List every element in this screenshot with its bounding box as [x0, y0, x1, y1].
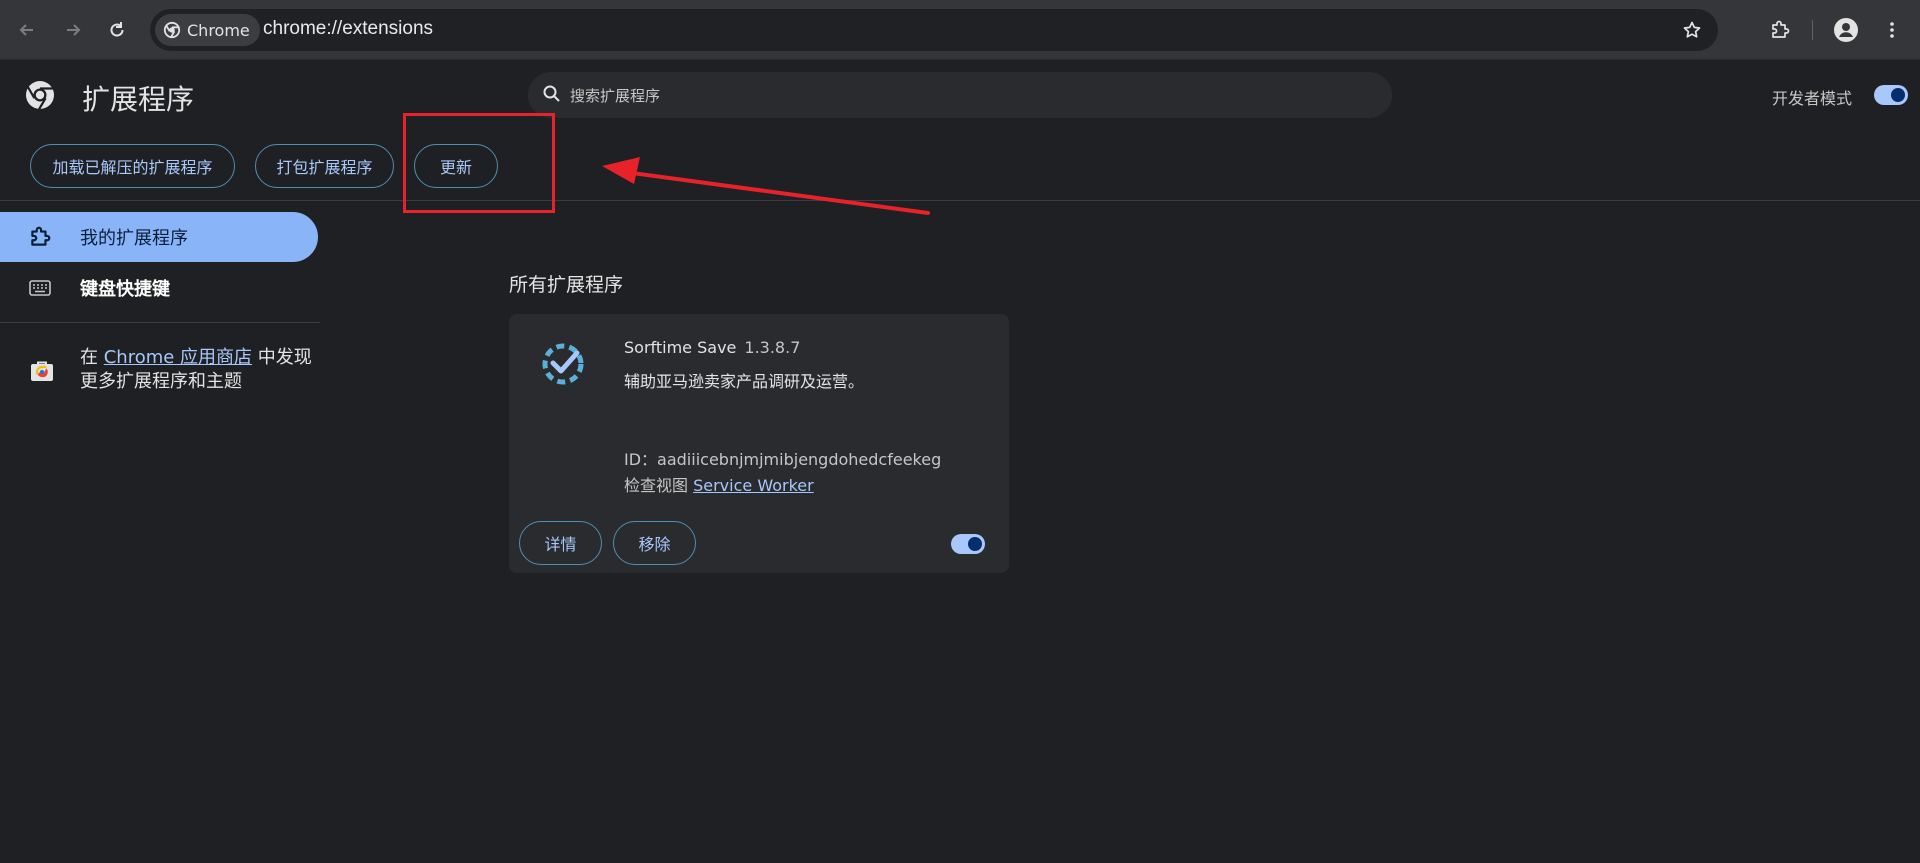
star-icon: [1683, 21, 1701, 38]
chrome-logo-icon: [163, 21, 181, 39]
reload-button[interactable]: [99, 12, 135, 48]
developer-mode-label: 开发者模式: [1771, 89, 1852, 108]
webstore-promo: 在 Chrome 应用商店 中发现 更多扩展程序和主题: [0, 346, 320, 398]
pack-extension-button[interactable]: 打包扩展程序: [255, 144, 394, 188]
extension-card: Sorftime Save 1.3.8.7 辅助亚马逊卖家产品调研及运营。 ID：…: [509, 314, 1009, 573]
extension-enable-toggle[interactable]: [951, 534, 985, 554]
webstore-link[interactable]: Chrome 应用商店: [104, 347, 252, 368]
search-input[interactable]: 搜索扩展程序: [528, 72, 1392, 118]
site-chip-label: Chrome: [187, 20, 250, 40]
back-button[interactable]: [9, 12, 45, 48]
developer-mode-toggle[interactable]: [1874, 85, 1908, 105]
sorftime-logo-icon: [542, 343, 584, 385]
address-bar[interactable]: Chrome chrome://extensions: [150, 9, 1718, 51]
header-divider: [0, 200, 1920, 201]
browser-toolbar: Chrome chrome://extensions: [0, 0, 1920, 60]
toggle-knob: [968, 537, 982, 551]
toolbar-divider: [1812, 20, 1813, 40]
sidebar-item-label: 键盘快捷键: [80, 279, 170, 300]
extensions-header: 扩展程序 搜索扩展程序 开发者模式: [0, 60, 1920, 140]
extension-name-line: Sorftime Save 1.3.8.7: [624, 338, 800, 357]
avatar-icon: [1834, 18, 1858, 42]
sidebar-item-my-extensions[interactable]: 我的扩展程序: [0, 212, 318, 262]
webstore-suffix: 中发现: [252, 347, 312, 368]
details-button[interactable]: 详情: [519, 521, 602, 565]
webstore-promo-text: 在 Chrome 应用商店 中发现 更多扩展程序和主题: [80, 346, 312, 394]
sidebar-item-label: 我的扩展程序: [80, 228, 188, 249]
page-title: 扩展程序: [82, 83, 195, 116]
kebab-menu-icon: [1890, 22, 1894, 38]
annotation-highlight-box: [403, 113, 555, 213]
forward-arrow-icon: [67, 24, 81, 36]
remove-button[interactable]: 移除: [613, 521, 696, 565]
web-store-icon: [31, 361, 53, 381]
inspect-views-label: 检查视图: [624, 476, 694, 495]
service-worker-link[interactable]: Service Worker: [693, 476, 814, 495]
keyboard-icon: [0, 280, 80, 296]
inspect-views: 检查视图 Service Worker: [624, 472, 814, 496]
extension-id: ID：aadiiicebnjmjmibjengdohedcfeekeg: [624, 450, 942, 469]
chrome-logo-icon: [26, 81, 54, 110]
reload-icon: [110, 22, 124, 37]
search-icon: [543, 85, 560, 102]
bookmark-star-button[interactable]: [1674, 12, 1710, 48]
webstore-line2: 更多扩展程序和主题: [80, 371, 242, 392]
extension-description: 辅助亚马逊卖家产品调研及运营。: [624, 372, 865, 391]
site-info-chip[interactable]: Chrome: [155, 14, 260, 46]
search-placeholder: 搜索扩展程序: [570, 87, 661, 105]
load-unpacked-button[interactable]: 加载已解压的扩展程序: [30, 144, 235, 188]
back-arrow-icon: [19, 24, 33, 36]
chrome-menu-button[interactable]: [1874, 12, 1910, 48]
extensions-menu-button[interactable]: [1762, 12, 1798, 48]
profile-button[interactable]: [1828, 12, 1864, 48]
puzzle-icon: [1772, 20, 1790, 38]
section-title: 所有扩展程序: [509, 274, 624, 296]
extension-name: Sorftime Save: [624, 338, 737, 357]
toggle-knob: [1891, 88, 1905, 102]
extension-version: 1.3.8.7: [744, 338, 801, 357]
sidebar-item-shortcuts[interactable]: 键盘快捷键: [0, 263, 318, 313]
action-toolbar: 加载已解压的扩展程序 打包扩展程序 更新: [0, 142, 1920, 202]
extension-puzzle-icon: [0, 225, 80, 249]
forward-button[interactable]: [55, 12, 91, 48]
url-text[interactable]: chrome://extensions: [263, 18, 433, 40]
webstore-prefix: 在: [80, 347, 104, 368]
sidebar-divider: [0, 322, 320, 323]
